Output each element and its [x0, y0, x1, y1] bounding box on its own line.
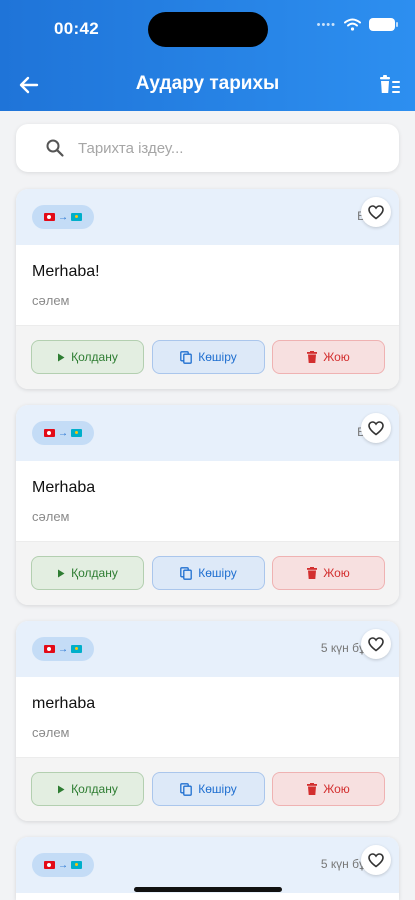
play-icon: [58, 569, 65, 577]
use-button[interactable]: Қолдану: [31, 772, 144, 806]
trash-icon: [307, 783, 318, 795]
use-button-label: Қолдану: [71, 566, 118, 580]
card-header: → 5 күн бұ: [16, 837, 399, 893]
copy-icon: [180, 782, 193, 796]
favorite-button[interactable]: [361, 413, 391, 443]
card-actions: Қолдану Көшіру Жою: [16, 757, 399, 821]
battery-icon: [369, 18, 398, 31]
time-label: 5 күн бұ: [320, 641, 365, 655]
language-pair-badge: →: [32, 205, 94, 229]
delete-button[interactable]: Жою: [272, 556, 385, 590]
card-actions: Қолдану Көшіру Жою: [16, 541, 399, 605]
delete-button-label: Жою: [323, 566, 350, 580]
card-header: → Б: [16, 189, 399, 245]
copy-button-label: Көшіру: [198, 350, 237, 364]
language-pair-badge: →: [32, 853, 94, 877]
source-text: Merhaba: [32, 479, 96, 496]
translated-text: сәлем: [32, 293, 70, 308]
source-text: Merhaba!: [32, 263, 100, 280]
heart-icon: [368, 420, 384, 435]
use-button[interactable]: Қолдану: [31, 340, 144, 374]
history-card[interactable]: → 5 күн бұ merhaba сәлем Қолдану Көшіру: [16, 621, 399, 821]
search-icon: [44, 137, 66, 159]
kazakhstan-flag-icon: [71, 213, 82, 221]
heart-icon: [368, 204, 384, 219]
copy-button[interactable]: Көшіру: [152, 340, 265, 374]
kazakhstan-flag-icon: [71, 861, 82, 869]
copy-button-label: Көшіру: [198, 782, 237, 796]
card-header: → Б: [16, 405, 399, 461]
favorite-button[interactable]: [361, 629, 391, 659]
play-icon: [58, 785, 65, 793]
card-actions: Қолдану Көшіру Жою: [16, 325, 399, 389]
signal-icon: ••••: [316, 18, 336, 31]
status-icons: ••••: [316, 18, 398, 31]
delete-button[interactable]: Жою: [272, 772, 385, 806]
turkey-flag-icon: [44, 429, 55, 437]
use-button-label: Қолдану: [71, 350, 118, 364]
heart-icon: [368, 852, 384, 867]
source-text: merhaba: [32, 695, 96, 712]
status-time: 00:42: [54, 19, 99, 38]
dynamic-island: [148, 12, 268, 47]
turkey-flag-icon: [44, 213, 55, 221]
arrow-right-icon: →: [58, 643, 68, 655]
heart-icon: [368, 636, 384, 651]
kazakhstan-flag-icon: [71, 645, 82, 653]
time-label: Б: [305, 425, 365, 439]
turkey-flag-icon: [44, 861, 55, 869]
translated-text: сәлем: [32, 725, 70, 740]
arrow-right-icon: →: [58, 427, 68, 439]
language-pair-badge: →: [32, 637, 94, 661]
copy-button[interactable]: Көшіру: [152, 772, 265, 806]
arrow-right-icon: →: [58, 211, 68, 223]
turkey-flag-icon: [44, 645, 55, 653]
history-card[interactable]: → Б Merhaba сәлем Қолдану Көшіру: [16, 405, 399, 605]
clear-history-button[interactable]: [375, 70, 405, 100]
arrow-right-icon: →: [58, 859, 68, 871]
search-input[interactable]: [78, 139, 358, 157]
time-label: 5 күн бұ: [320, 857, 365, 871]
favorite-button[interactable]: [361, 845, 391, 875]
favorite-button[interactable]: [361, 197, 391, 227]
copy-button[interactable]: Көшіру: [152, 556, 265, 590]
use-button[interactable]: Қолдану: [31, 556, 144, 590]
delete-button[interactable]: Жою: [272, 340, 385, 374]
use-button-label: Қолдану: [71, 782, 118, 796]
clear-history-icon: [380, 75, 400, 93]
translated-text: сәлем: [32, 509, 70, 524]
delete-button-label: Жою: [323, 782, 350, 796]
copy-button-label: Көшіру: [198, 566, 237, 580]
app-header: 00:42 •••• Аудару тарихы: [0, 0, 415, 111]
copy-icon: [180, 350, 193, 364]
copy-icon: [180, 566, 193, 580]
trash-icon: [307, 351, 318, 363]
search-bar[interactable]: [16, 124, 399, 172]
delete-button-label: Жою: [323, 350, 350, 364]
play-icon: [58, 353, 65, 361]
card-header: → 5 күн бұ: [16, 621, 399, 677]
language-pair-badge: →: [32, 421, 94, 445]
home-indicator: [134, 887, 282, 892]
time-label: Б: [305, 209, 365, 223]
page-title: Аудару тарихы: [135, 73, 280, 94]
wifi-icon: [344, 18, 361, 31]
history-card[interactable]: → Б Merhaba! сәлем Қолдану Көшіру: [16, 189, 399, 389]
trash-icon: [307, 567, 318, 579]
kazakhstan-flag-icon: [71, 429, 82, 437]
